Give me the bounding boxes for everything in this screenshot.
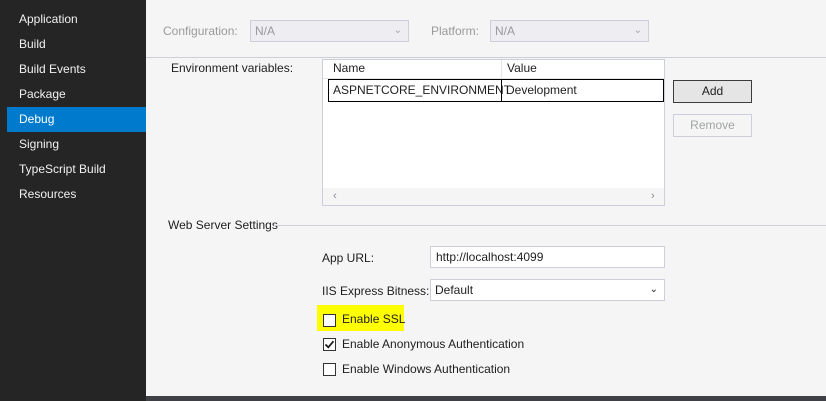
column-header-name[interactable]: Name: [325, 60, 365, 78]
web-server-settings-heading: Web Server Settings: [168, 218, 278, 232]
configuration-dropdown[interactable]: N/A ⌄: [250, 20, 409, 42]
iis-express-bitness-dropdown[interactable]: Default ⌄: [430, 279, 665, 301]
configuration-label: Configuration:: [163, 24, 238, 38]
sidebar-item-resources[interactable]: Resources: [7, 182, 146, 207]
sidebar: Application Build Build Events Package D…: [0, 0, 146, 401]
platform-value: N/A: [495, 24, 516, 38]
sidebar-item-typescript-build[interactable]: TypeScript Build: [7, 157, 146, 182]
sidebar-item-application[interactable]: Application: [7, 7, 146, 32]
chevron-down-icon: ⌄: [633, 25, 642, 36]
grid-header: Name Value: [323, 60, 664, 79]
enable-windows-authentication-label[interactable]: Enable Windows Authentication: [342, 362, 510, 376]
sidebar-item-build[interactable]: Build: [7, 32, 146, 57]
environment-variables-label: Environment variables:: [171, 61, 294, 75]
app-url-label: App URL:: [322, 251, 375, 265]
iis-express-bitness-label: IIS Express Bitness:: [322, 284, 430, 298]
env-name-cell[interactable]: ASPNETCORE_ENVIRONMENT: [329, 80, 511, 101]
chevron-down-icon: ⌄: [393, 25, 402, 36]
env-value-cell[interactable]: Development: [502, 80, 577, 101]
chevron-down-icon: ⌄: [649, 284, 658, 295]
app-url-input[interactable]: http://localhost:4099: [430, 246, 665, 268]
configuration-value: N/A: [255, 24, 276, 38]
column-header-value[interactable]: Value: [499, 60, 537, 78]
section-separator: [274, 225, 826, 226]
bottom-border: [146, 396, 826, 401]
active-item-arrow-icon: [139, 113, 146, 127]
chevron-right-icon[interactable]: ›: [651, 188, 655, 205]
environment-variables-grid[interactable]: Name Value ASPNETCORE_ENVIRONMENT Develo…: [322, 59, 665, 206]
sidebar-item-package[interactable]: Package: [7, 82, 146, 107]
sidebar-item-signing[interactable]: Signing: [7, 132, 146, 157]
platform-dropdown[interactable]: N/A ⌄: [490, 20, 649, 42]
sidebar-item-debug[interactable]: Debug: [7, 107, 146, 132]
enable-ssl-checkbox[interactable]: [323, 314, 336, 327]
chevron-left-icon[interactable]: ‹: [333, 188, 337, 205]
checkmark-icon: [324, 340, 335, 349]
enable-windows-authentication-checkbox[interactable]: [323, 363, 336, 376]
horizontal-scrollbar[interactable]: ‹ ›: [323, 188, 664, 205]
enable-anonymous-authentication-label[interactable]: Enable Anonymous Authentication: [342, 337, 524, 351]
add-button[interactable]: Add: [673, 80, 752, 103]
toolbar-separator: [146, 57, 826, 58]
enable-anonymous-authentication-checkbox[interactable]: [323, 338, 336, 351]
remove-button[interactable]: Remove: [673, 114, 752, 137]
bitness-value: Default: [435, 283, 474, 297]
table-row[interactable]: ASPNETCORE_ENVIRONMENT Development: [328, 79, 664, 102]
enable-ssl-label[interactable]: Enable SSL: [342, 312, 405, 326]
sidebar-item-build-events[interactable]: Build Events: [7, 57, 146, 82]
platform-label: Platform:: [431, 24, 480, 38]
